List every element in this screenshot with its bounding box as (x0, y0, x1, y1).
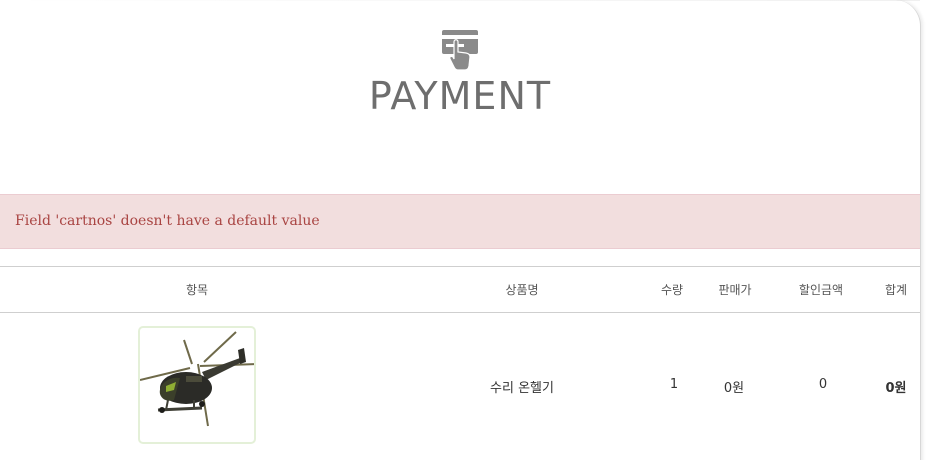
price-value: 0원 (723, 381, 745, 396)
table-row: 수리 온헬기 1 0원 0 0원 (0, 313, 920, 460)
column-header-total: 합계 (884, 283, 908, 297)
column-header-price: 판매가 (718, 283, 752, 297)
discount-value: 0 (818, 377, 828, 392)
product-name[interactable]: 수리 온헬기 (470, 377, 574, 396)
card-payment-icon (442, 30, 478, 71)
column-header-discount: 할인금액 (798, 283, 844, 297)
column-header-quantity: 수량 (660, 283, 684, 297)
payment-header: PAYMENT (0, 28, 920, 118)
error-alert: Field 'cartnos' doesn't have a default v… (0, 194, 920, 249)
table-header: 항목 상품명 수량 판매가 할인금액 합계 (0, 266, 920, 313)
payment-card: PAYMENT Field 'cartnos' doesn't have a d… (0, 0, 921, 460)
column-header-item: 항목 (185, 283, 209, 297)
quantity-value: 1 (669, 377, 679, 392)
product-thumbnail[interactable] (138, 326, 256, 444)
page: PAYMENT Field 'cartnos' doesn't have a d… (0, 0, 930, 460)
helicopter-product-image (140, 331, 254, 427)
total-value: 0원 (885, 381, 907, 396)
error-message: Field 'cartnos' doesn't have a default v… (15, 213, 320, 229)
column-header-product-name: 상품명 (505, 283, 539, 297)
page-title: PAYMENT (368, 74, 552, 118)
